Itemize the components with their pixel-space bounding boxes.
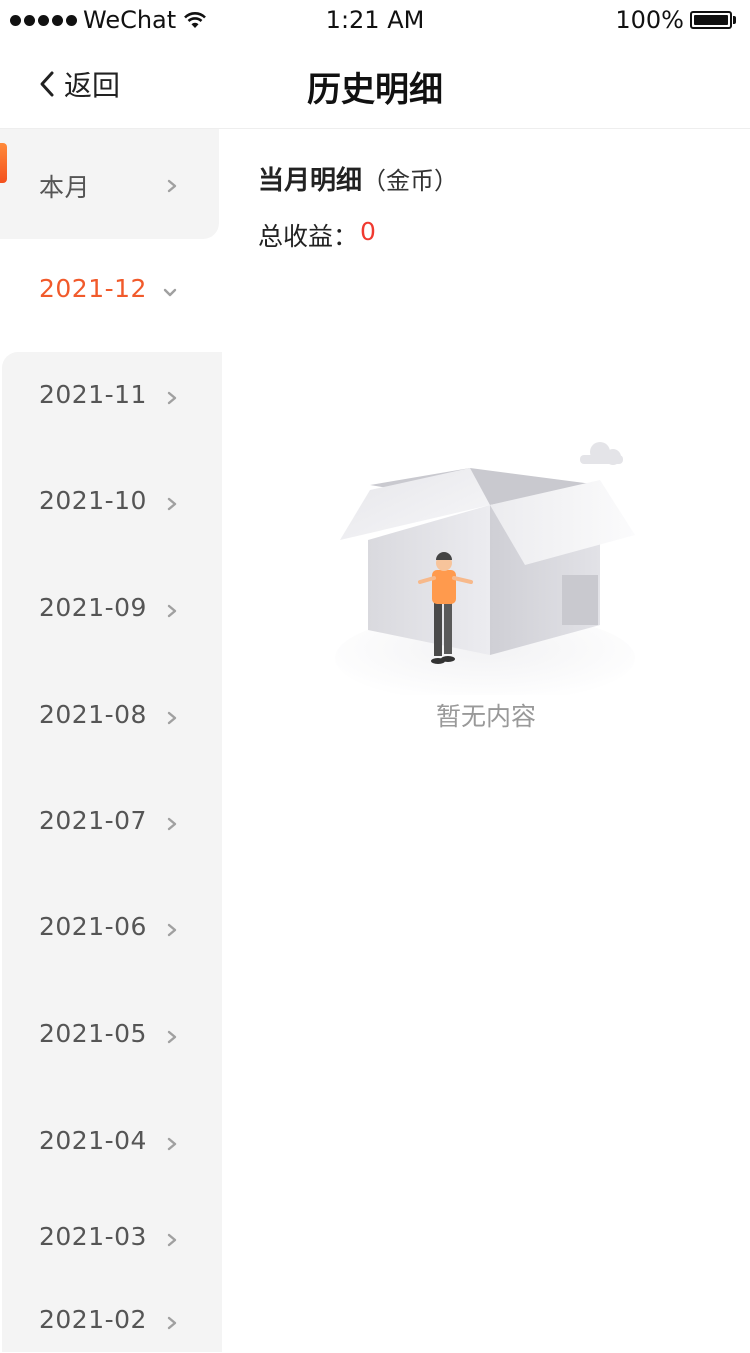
chevron-right-icon bbox=[167, 817, 177, 831]
content-title: 当月明细（金币） bbox=[258, 160, 458, 197]
chevron-right-icon bbox=[167, 1233, 177, 1247]
sidebar-item-label: 2021-03 bbox=[39, 1222, 147, 1251]
empty-text: 暂无内容 bbox=[435, 702, 536, 731]
status-right: 100% bbox=[615, 6, 736, 34]
sidebar-item[interactable]: 2021-09 bbox=[0, 581, 222, 641]
sidebar-item-label: 2021-04 bbox=[39, 1126, 147, 1155]
chevron-right-icon bbox=[167, 391, 177, 405]
sidebar-item-label: 本月 bbox=[39, 173, 91, 202]
battery-percent: 100% bbox=[615, 6, 684, 34]
chevron-right-icon bbox=[167, 497, 177, 511]
content-title-unit: （金币） bbox=[362, 167, 459, 195]
battery-fill bbox=[694, 15, 728, 25]
sidebar-item-label: 2021-05 bbox=[39, 1019, 147, 1048]
nav-bar: 返回 历史明细 bbox=[0, 40, 750, 129]
battery-tip bbox=[733, 16, 736, 24]
battery-icon bbox=[690, 11, 732, 29]
chevron-right-icon bbox=[167, 1316, 177, 1330]
chevron-right-icon bbox=[167, 604, 177, 618]
empty-box-illustration bbox=[335, 442, 635, 695]
sidebar-item-label: 2021-11 bbox=[39, 380, 147, 409]
sidebar-item[interactable]: 2021-04 bbox=[0, 1114, 222, 1174]
sidebar-item-label: 2021-10 bbox=[39, 486, 147, 515]
chevron-right-icon bbox=[167, 711, 177, 725]
back-label: 返回 bbox=[64, 69, 121, 102]
sidebar-item[interactable]: 2021-06 bbox=[0, 900, 222, 960]
chevron-right-icon bbox=[167, 1030, 177, 1044]
status-left: WeChat bbox=[10, 6, 208, 34]
chevron-right-icon bbox=[167, 923, 177, 937]
chevron-right-icon bbox=[167, 1137, 177, 1151]
chevron-left-icon bbox=[40, 71, 54, 97]
sidebar-item[interactable]: 2021-05 bbox=[0, 1007, 222, 1067]
sidebar-item[interactable]: 2021-07 bbox=[0, 794, 222, 854]
sidebar-item[interactable]: 2021-12 bbox=[0, 262, 222, 322]
status-bar: WeChat 1:21 AM 100% bbox=[0, 0, 750, 40]
content-title-text: 当月明细 bbox=[258, 166, 363, 196]
sidebar-item[interactable]: 2021-10 bbox=[0, 474, 222, 534]
total-value: 0 bbox=[360, 217, 376, 246]
chevron-down-icon bbox=[163, 288, 177, 297]
sidebar-item-label: 2021-09 bbox=[39, 593, 147, 622]
sidebar-item-label: 2021-12 bbox=[39, 274, 147, 303]
month-sidebar: 本月 2021-12 2021-11 2021-10 2021-09 2021-08 202… bbox=[0, 129, 222, 1352]
chevron-right-icon bbox=[167, 179, 177, 193]
sidebar-item[interactable]: 2021-03 bbox=[0, 1210, 222, 1270]
sidebar-item-label: 2021-08 bbox=[39, 700, 147, 729]
sidebar-item-label: 2021-02 bbox=[39, 1305, 147, 1334]
sidebar-item[interactable]: 2021-02 bbox=[0, 1293, 222, 1353]
total-earnings: 总收益： 0 bbox=[258, 217, 376, 253]
signal-dots-icon bbox=[10, 14, 77, 26]
active-indicator bbox=[0, 143, 7, 183]
wifi-icon bbox=[184, 12, 207, 28]
sidebar-item[interactable]: 2021-08 bbox=[0, 688, 222, 748]
sidebar-item-label: 2021-06 bbox=[39, 912, 147, 941]
sidebar-item[interactable]: 2021-11 bbox=[0, 368, 222, 428]
carrier-name: WeChat bbox=[83, 6, 177, 34]
sidebar-item-label: 2021-07 bbox=[39, 806, 147, 835]
total-label: 总收益： bbox=[258, 222, 359, 251]
back-button[interactable]: 返回 bbox=[36, 64, 120, 104]
sidebar-item[interactable]: 本月 bbox=[0, 156, 222, 216]
